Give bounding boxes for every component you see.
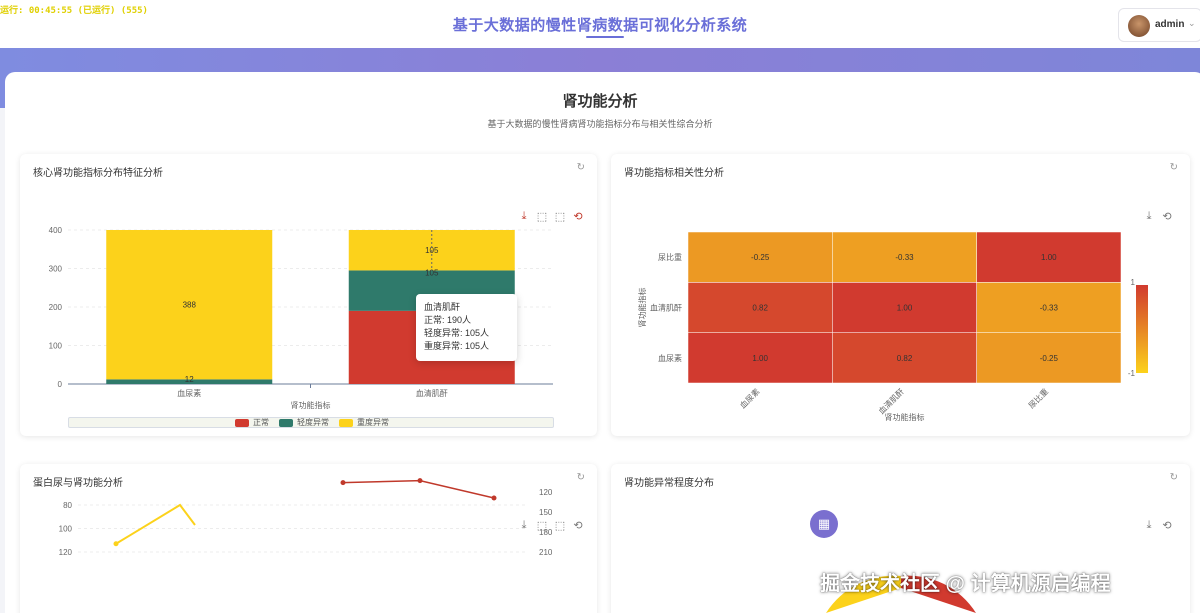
y-left-tick-label: 120 — [59, 548, 73, 557]
x-tick-label: 血清肌酐 — [876, 386, 906, 416]
y-left-tick-label: 80 — [63, 501, 72, 510]
cell-label: 1.00 — [897, 304, 913, 313]
legend-swatch — [235, 418, 249, 427]
legend-item[interactable]: 正常 — [235, 417, 269, 428]
chart-legend: 正常 轻度异常 重度异常 — [235, 417, 389, 428]
y-tick-label: 400 — [49, 226, 63, 235]
title-underline — [586, 36, 624, 38]
data-point — [417, 478, 423, 484]
x-axis-label: 肾功能指标 — [291, 400, 331, 410]
correlation-panel: 肾功能指标相关性分析 ↻ ⤓ ⟲ 1.00 0.82 -0.25 0.82 1.00 -0… — [611, 154, 1190, 436]
legend-swatch — [279, 418, 293, 427]
distribution-panel: 核心肾功能指标分布特征分析 ↻ ⤓ ⬚ ⬚ ⟲ 0 100 200 300 400 血尿素… — [20, 154, 597, 436]
data-label: 388 — [183, 301, 197, 310]
chart-tooltip: 血清肌酐 正常: 190人 轻度异常: 105人 重度异常: 105人 — [416, 294, 517, 361]
series-line — [115, 503, 196, 545]
cell-label: -0.25 — [1040, 354, 1059, 363]
page-subtitle: 基于大数据的慢性肾病肾功能指标分布与相关性综合分析 — [487, 119, 713, 129]
legend-item[interactable]: 重度异常 — [339, 417, 389, 428]
legend-swatch — [339, 418, 353, 427]
tooltip-row: 轻度异常: 105人 — [424, 328, 490, 338]
data-label: 105 — [425, 268, 439, 277]
y-right-tick-label: 120 — [539, 488, 553, 497]
cell-label: -0.25 — [751, 253, 770, 262]
x-axis-label: 肾功能指标 — [885, 412, 925, 422]
line-chart: 80 100 120 120 150 180 210 — [59, 478, 553, 557]
tooltip-row: 正常: 190人 — [424, 315, 472, 325]
avatar — [1128, 15, 1150, 37]
user-menu[interactable]: admin ⌄ — [1118, 8, 1200, 42]
y-tick-label: 300 — [49, 265, 63, 274]
data-point — [113, 541, 119, 547]
y-right-tick-label: 180 — [539, 528, 553, 537]
series-line — [342, 479, 495, 499]
correlation-heatmap: 1.00 0.82 -0.25 0.82 1.00 -0.33 -0.25 -0.33 1.00… — [637, 231, 1148, 422]
visual-map-max-label: 1 — [1131, 278, 1136, 287]
cell-label: 1.00 — [1041, 253, 1057, 262]
legend-label: 重度异常 — [357, 418, 389, 427]
watermark: 掘金技术社区 @ 计算机源启编程 — [820, 573, 1111, 595]
y-axis-label: 肾功能指标 — [637, 288, 647, 328]
y-tick-label: 100 — [49, 342, 63, 351]
y-right-tick-label: 150 — [539, 508, 553, 517]
grid-icon[interactable]: ▦ — [810, 510, 838, 538]
legend-label: 轻度异常 — [297, 418, 329, 427]
cell-label: -0.33 — [895, 253, 914, 262]
chevron-down-icon: ⌄ — [1188, 18, 1196, 28]
y-tick-label: 0 — [58, 380, 63, 389]
y-tick-label: 血尿素 — [658, 353, 682, 363]
y-tick-label: 200 — [49, 303, 63, 312]
user-name: admin — [1155, 19, 1185, 30]
x-tick-label: 血尿素 — [177, 388, 201, 398]
x-tick-label: 血尿素 — [738, 386, 762, 410]
cell-label: 1.00 — [752, 354, 768, 363]
legend-label: 正常 — [253, 418, 269, 427]
proteinuria-panel: 蛋白尿与肾功能分析 ↻ ⤓ ⬚ ⬚ ⟲ 80 100 120 120 150 180 210 — [20, 464, 597, 613]
page-title: 肾功能分析 — [562, 93, 638, 110]
data-label: 12 — [185, 375, 194, 384]
y-right-tick-label: 210 — [539, 548, 553, 557]
tooltip-title: 血清肌酐 — [424, 302, 461, 312]
y-tick-label: 血清肌酐 — [650, 303, 682, 313]
x-tick-label: 尿比重 — [1026, 386, 1050, 410]
cell-label: -0.33 — [1040, 304, 1059, 313]
data-point — [491, 495, 497, 501]
cell-label: 0.82 — [897, 354, 913, 363]
x-tick-label: 血清肌酐 — [416, 388, 448, 398]
visual-map-min-label: -1 — [1128, 369, 1136, 378]
cell-label: 0.82 — [752, 304, 768, 313]
tooltip-row: 重度异常: 105人 — [424, 341, 490, 351]
legend-item[interactable]: 轻度异常 — [279, 417, 329, 428]
y-tick-label: 尿比重 — [658, 252, 682, 262]
system-title: 基于大数据的慢性肾病数据可视化分析系统 — [452, 17, 748, 34]
y-left-tick-label: 100 — [59, 525, 73, 534]
data-point — [340, 480, 346, 486]
visual-map-bar — [1136, 285, 1148, 373]
